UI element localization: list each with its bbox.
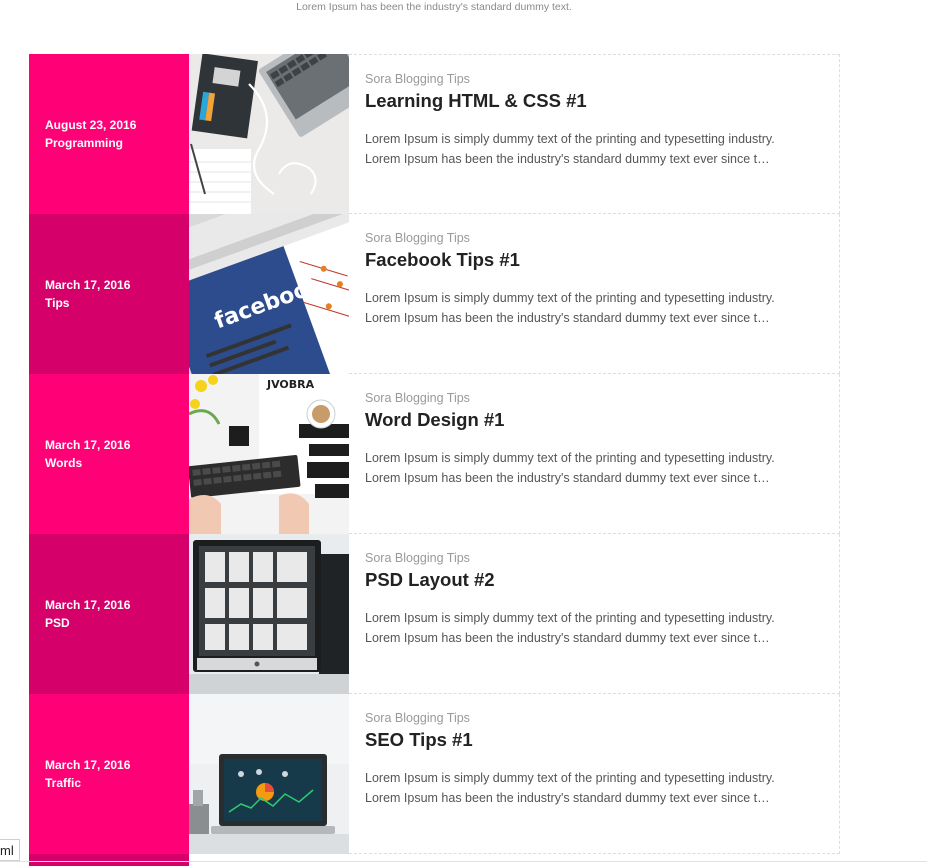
post-date: March 17, 2016 [45,278,131,292]
post-excerpt: Lorem Ipsum is simply dummy text of the … [365,448,805,488]
excerpt-line: Lorem Ipsum has been the industry's stan… [365,631,770,645]
post-meta: August 23, 2016 Programming [29,54,189,214]
post-content: Sora Blogging Tips SEO Tips #1 Lorem Ips… [349,694,840,854]
bottom-tab-fragment[interactable]: ml [0,839,20,861]
excerpt-line: Lorem Ipsum is simply dummy text of the … [365,451,775,465]
post-label[interactable]: Tips [45,294,189,312]
post-date: March 17, 2016 [45,758,131,772]
post-author[interactable]: Sora Blogging Tips [365,550,823,566]
post-excerpt: Lorem Ipsum is simply dummy text of the … [365,288,805,328]
post-item: March 17, 2016 Traffic Sora Blogging Tip… [29,694,840,854]
excerpt-line: Lorem Ipsum is simply dummy text of the … [365,291,775,305]
post-item: March 17, 2016 Tips facebook Sora Bloggi… [29,214,840,374]
post-meta: March 17, 2016 Traffic [29,694,189,854]
post-meta: March 17, 2016 Tips [29,214,189,374]
svg-text:JVOBRA: JVOBRA [266,378,315,391]
post-content: Sora Blogging Tips PSD Layout #2 Lorem I… [349,534,840,694]
post-content: Sora Blogging Tips Facebook Tips #1 Lore… [349,214,840,374]
post-title[interactable]: PSD Layout #2 [365,568,823,592]
post-date: August 23, 2016 [45,118,137,132]
facebook-screen-image[interactable]: facebook [189,214,349,374]
post-label[interactable]: Traffic [45,774,189,792]
keyboard-desk-image[interactable]: JVOBRA [189,374,349,534]
excerpt-line: Lorem Ipsum has been the industry's stan… [365,152,770,166]
post-excerpt: Lorem Ipsum is simply dummy text of the … [365,768,805,808]
post-author[interactable]: Sora Blogging Tips [365,710,823,726]
next-post-meta-peek [29,854,189,866]
excerpt-line: Lorem Ipsum is simply dummy text of the … [365,132,775,146]
excerpt-line: Lorem Ipsum is simply dummy text of the … [365,771,775,785]
post-title[interactable]: SEO Tips #1 [365,728,823,752]
post-excerpt: Lorem Ipsum is simply dummy text of the … [365,129,805,169]
post-feed: August 23, 2016 Programming Sora Bloggin… [29,54,840,854]
post-label[interactable]: Words [45,454,189,472]
post-title[interactable]: Facebook Tips #1 [365,248,823,272]
laptop-analytics-image[interactable] [189,694,349,854]
section-subtitle: Lorem Ipsum has been the industry's stan… [296,1,572,13]
post-title[interactable]: Word Design #1 [365,408,823,432]
post-label[interactable]: Programming [45,134,189,152]
post-item: March 17, 2016 PSD Sora Blogging Tips PS… [29,534,840,694]
post-meta: March 17, 2016 PSD [29,534,189,694]
excerpt-line: Lorem Ipsum has been the industry's stan… [365,311,770,325]
book-laptop-image[interactable] [189,54,349,214]
post-author[interactable]: Sora Blogging Tips [365,390,823,406]
post-title[interactable]: Learning HTML & CSS #1 [365,89,823,113]
excerpt-line: Lorem Ipsum has been the industry's stan… [365,791,770,805]
post-date: March 17, 2016 [45,438,131,452]
excerpt-line: Lorem Ipsum is simply dummy text of the … [365,611,775,625]
post-author[interactable]: Sora Blogging Tips [365,230,823,246]
post-meta: March 17, 2016 Words [29,374,189,534]
post-date: March 17, 2016 [45,598,131,612]
excerpt-line: Lorem Ipsum has been the industry's stan… [365,471,770,485]
post-excerpt: Lorem Ipsum is simply dummy text of the … [365,608,805,648]
monitor-layout-image[interactable] [189,534,349,694]
post-label[interactable]: PSD [45,614,189,632]
post-item: August 23, 2016 Programming Sora Bloggin… [29,54,840,214]
post-author[interactable]: Sora Blogging Tips [365,71,823,87]
post-content: Sora Blogging Tips Word Design #1 Lorem … [349,374,840,534]
post-item: March 17, 2016 Words JVOBRA Sora Bloggin… [29,374,840,534]
divider [0,861,927,862]
post-content: Sora Blogging Tips Learning HTML & CSS #… [349,54,840,214]
